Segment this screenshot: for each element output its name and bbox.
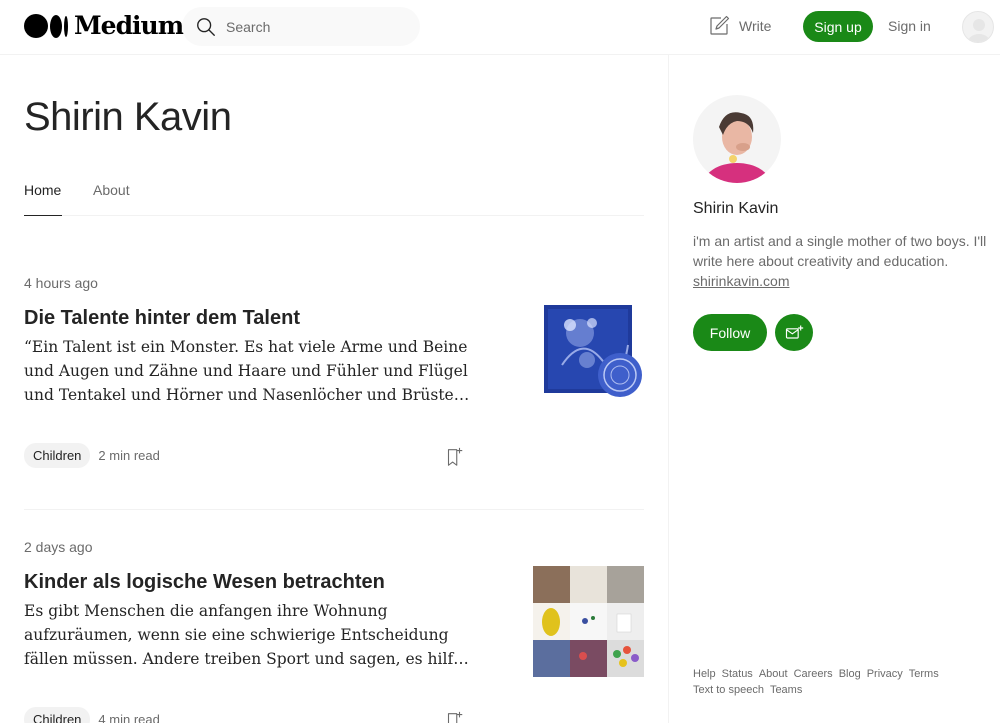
footer-link-careers[interactable]: Careers (794, 667, 833, 681)
author-website-link[interactable]: shirinkavin.com (693, 271, 789, 291)
profile-sidebar: Shirin Kavin i'm an artist and a single … (668, 55, 1000, 723)
write-button[interactable]: Write (707, 14, 771, 38)
article-excerpt[interactable]: Es gibt Menschen die anfangen ihre Wohnu… (24, 599, 474, 671)
footer-link-status[interactable]: Status (722, 667, 753, 681)
tab-about[interactable]: About (93, 182, 130, 198)
main-content: Shirin Kavin Home About 4 hours ago Die … (0, 55, 668, 723)
search-icon (197, 18, 215, 36)
footer-link-help[interactable]: Help (693, 667, 716, 681)
bookmark-icon[interactable] (443, 446, 465, 468)
subscribe-email-button[interactable] (775, 314, 813, 351)
brand-name: Medium (74, 11, 184, 40)
profile-avatar[interactable] (693, 95, 781, 183)
footer-link-text-to-speech[interactable]: Text to speech (693, 683, 764, 697)
topic-tag[interactable]: Children (24, 707, 91, 723)
follow-button[interactable]: Follow (693, 314, 767, 351)
article-time: 4 hours ago (24, 275, 98, 291)
search-input[interactable] (226, 16, 406, 38)
footer-link-blog[interactable]: Blog (839, 667, 861, 681)
profile-tabs: Home About (24, 170, 644, 216)
author-bio: i'm an artist and a single mother of two… (693, 233, 987, 269)
write-icon (710, 15, 730, 35)
bookmark-icon[interactable] (443, 710, 465, 723)
article-title[interactable]: Kinder als logische Wesen betrachten (24, 571, 504, 594)
article-thumbnail-image[interactable] (533, 566, 644, 677)
footer-links: Help Status About Careers Blog Privacy T… (693, 667, 973, 697)
footer-link-terms[interactable]: Terms (909, 667, 939, 681)
article-meta: Children 2 min read (24, 443, 160, 468)
top-navigation-bar: Medium Write Sign up Sign in (0, 0, 1000, 55)
read-time: 2 min read (98, 448, 160, 463)
footer-link-privacy[interactable]: Privacy (867, 667, 903, 681)
article-time: 2 days ago (24, 539, 93, 555)
tab-home[interactable]: Home (24, 182, 63, 216)
footer-link-teams[interactable]: Teams (770, 683, 802, 697)
write-label: Write (739, 18, 772, 34)
article-thumbnail-image[interactable] (542, 305, 644, 405)
sidebar-author-name[interactable]: Shirin Kavin (693, 200, 778, 218)
signin-link[interactable]: Sign in (888, 18, 931, 34)
user-avatar-icon[interactable] (962, 11, 994, 43)
article-meta: Children 4 min read (24, 707, 160, 723)
footer-link-about[interactable]: About (759, 667, 788, 681)
search-box (182, 7, 420, 46)
mail-plus-icon (785, 325, 804, 339)
topic-tag[interactable]: Children (24, 443, 91, 468)
article-title[interactable]: Die Talente hinter dem Talent (24, 307, 504, 330)
medium-logo-icon (24, 14, 68, 38)
article-card[interactable]: 2 days ago Kinder als logische Wesen bet… (24, 536, 644, 723)
article-excerpt[interactable]: “Ein Talent ist ein Monster. Es hat viel… (24, 335, 474, 407)
read-time: 4 min read (98, 712, 160, 723)
article-card[interactable]: 4 hours ago Die Talente hinter dem Talen… (24, 272, 644, 510)
medium-logo[interactable]: Medium (24, 11, 184, 40)
page-title: Shirin Kavin (24, 95, 232, 139)
signup-button[interactable]: Sign up (803, 11, 873, 42)
